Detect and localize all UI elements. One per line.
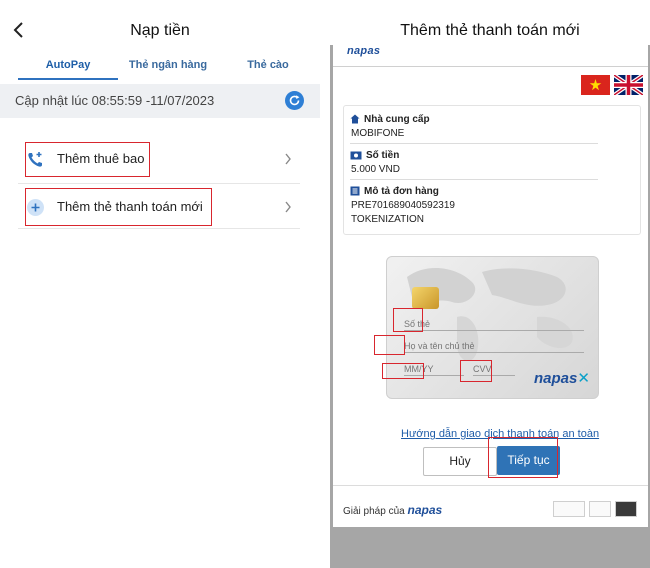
left-screen: Nạp tiền AutoPay Thẻ ngân hàng Thẻ cào C… bbox=[0, 0, 320, 568]
add-subscriber-item[interactable]: Thêm thuê bao bbox=[18, 137, 300, 181]
divider bbox=[18, 183, 300, 184]
footer-napas-logo: napas bbox=[407, 503, 443, 517]
cardholder-name-underline bbox=[404, 352, 584, 353]
divider bbox=[18, 228, 300, 229]
divider bbox=[350, 179, 598, 180]
card-form: napas✕ bbox=[386, 256, 599, 399]
add-payment-card-item[interactable]: Thêm thẻ thanh toán mới bbox=[18, 185, 300, 229]
amount-label: Số tiền bbox=[366, 150, 400, 161]
footer-text: Giải pháp của bbox=[343, 506, 405, 517]
phone-add-icon bbox=[28, 152, 42, 167]
order-info-box: Nhà cung cấp MOBIFONE Số tiền 5.000 VND … bbox=[343, 105, 641, 235]
document-icon bbox=[350, 186, 360, 196]
chevron-right-icon bbox=[285, 201, 291, 213]
update-bar: Cập nhật lúc 08:55:59 -11/07/2023 bbox=[0, 84, 320, 118]
money-icon bbox=[350, 151, 362, 160]
cvv-input[interactable] bbox=[473, 364, 515, 374]
plus-circle-icon bbox=[27, 199, 44, 216]
napas-card-logo: napas✕ bbox=[534, 370, 590, 387]
cvv-underline bbox=[473, 375, 515, 376]
divider bbox=[333, 66, 648, 67]
expiry-input[interactable] bbox=[404, 364, 464, 374]
order-label-row: Mô tả đơn hàng bbox=[350, 186, 439, 197]
english-flag-icon[interactable] bbox=[612, 73, 645, 97]
tab-bank-card[interactable]: Thẻ ngân hàng bbox=[118, 54, 218, 80]
card-number-input[interactable] bbox=[404, 319, 584, 329]
norton-badge-icon bbox=[589, 501, 611, 517]
tab-scratch-card[interactable]: Thẻ cào bbox=[218, 54, 318, 80]
payment-webview: napas Nhà cung cấp MOBIFONE Số tiền 5.00… bbox=[330, 45, 650, 568]
add-payment-card-label: Thêm thẻ thanh toán mới bbox=[57, 199, 203, 214]
amount-label-row: Số tiền bbox=[350, 150, 399, 161]
order-label: Mô tả đơn hàng bbox=[364, 186, 439, 197]
footer-credit: Giải pháp của napas bbox=[343, 503, 442, 517]
card-brand-text: napas bbox=[534, 370, 578, 387]
page-title: Nạp tiền bbox=[130, 22, 190, 39]
provider-label: Nhà cung cấp bbox=[364, 114, 430, 125]
provider-label-row: Nhà cung cấp bbox=[350, 114, 430, 125]
ssl-badge-icon bbox=[553, 501, 585, 517]
napas-payment-page: napas Nhà cung cấp MOBIFONE Số tiền 5.00… bbox=[333, 45, 648, 527]
divider bbox=[333, 485, 648, 486]
update-timestamp: Cập nhật lúc 08:55:59 -11/07/2023 bbox=[15, 93, 215, 108]
cardholder-name-input[interactable] bbox=[404, 341, 584, 351]
header: Nạp tiền bbox=[0, 0, 320, 50]
card-chip-icon bbox=[412, 287, 439, 309]
tab-bar: AutoPay Thẻ ngân hàng Thẻ cào bbox=[18, 54, 318, 80]
tab-autopay[interactable]: AutoPay bbox=[18, 54, 118, 80]
home-icon bbox=[350, 114, 360, 124]
security-badge-icon bbox=[615, 501, 637, 517]
continue-button[interactable]: Tiếp tục bbox=[497, 446, 560, 475]
provider-value: MOBIFONE bbox=[351, 128, 405, 139]
secure-payment-guide-link[interactable]: Hướng dẫn giao dịch thanh toán an toàn bbox=[401, 428, 599, 440]
vietnamese-flag-icon[interactable] bbox=[581, 75, 610, 95]
napas-logo: napas bbox=[347, 45, 381, 57]
card-number-underline bbox=[404, 330, 584, 331]
order-id: PRE701689040592319 bbox=[351, 200, 455, 211]
expiry-underline bbox=[404, 375, 464, 376]
add-subscriber-label: Thêm thuê bao bbox=[57, 151, 145, 166]
right-page-title: Thêm thẻ thanh toán mới bbox=[400, 22, 580, 39]
order-type: TOKENIZATION bbox=[351, 214, 424, 225]
amount-value: 5.000 VND bbox=[351, 164, 400, 175]
refresh-icon[interactable] bbox=[285, 91, 304, 110]
cancel-button[interactable]: Hủy bbox=[423, 447, 497, 476]
chevron-right-icon bbox=[285, 153, 291, 165]
divider bbox=[350, 143, 598, 144]
